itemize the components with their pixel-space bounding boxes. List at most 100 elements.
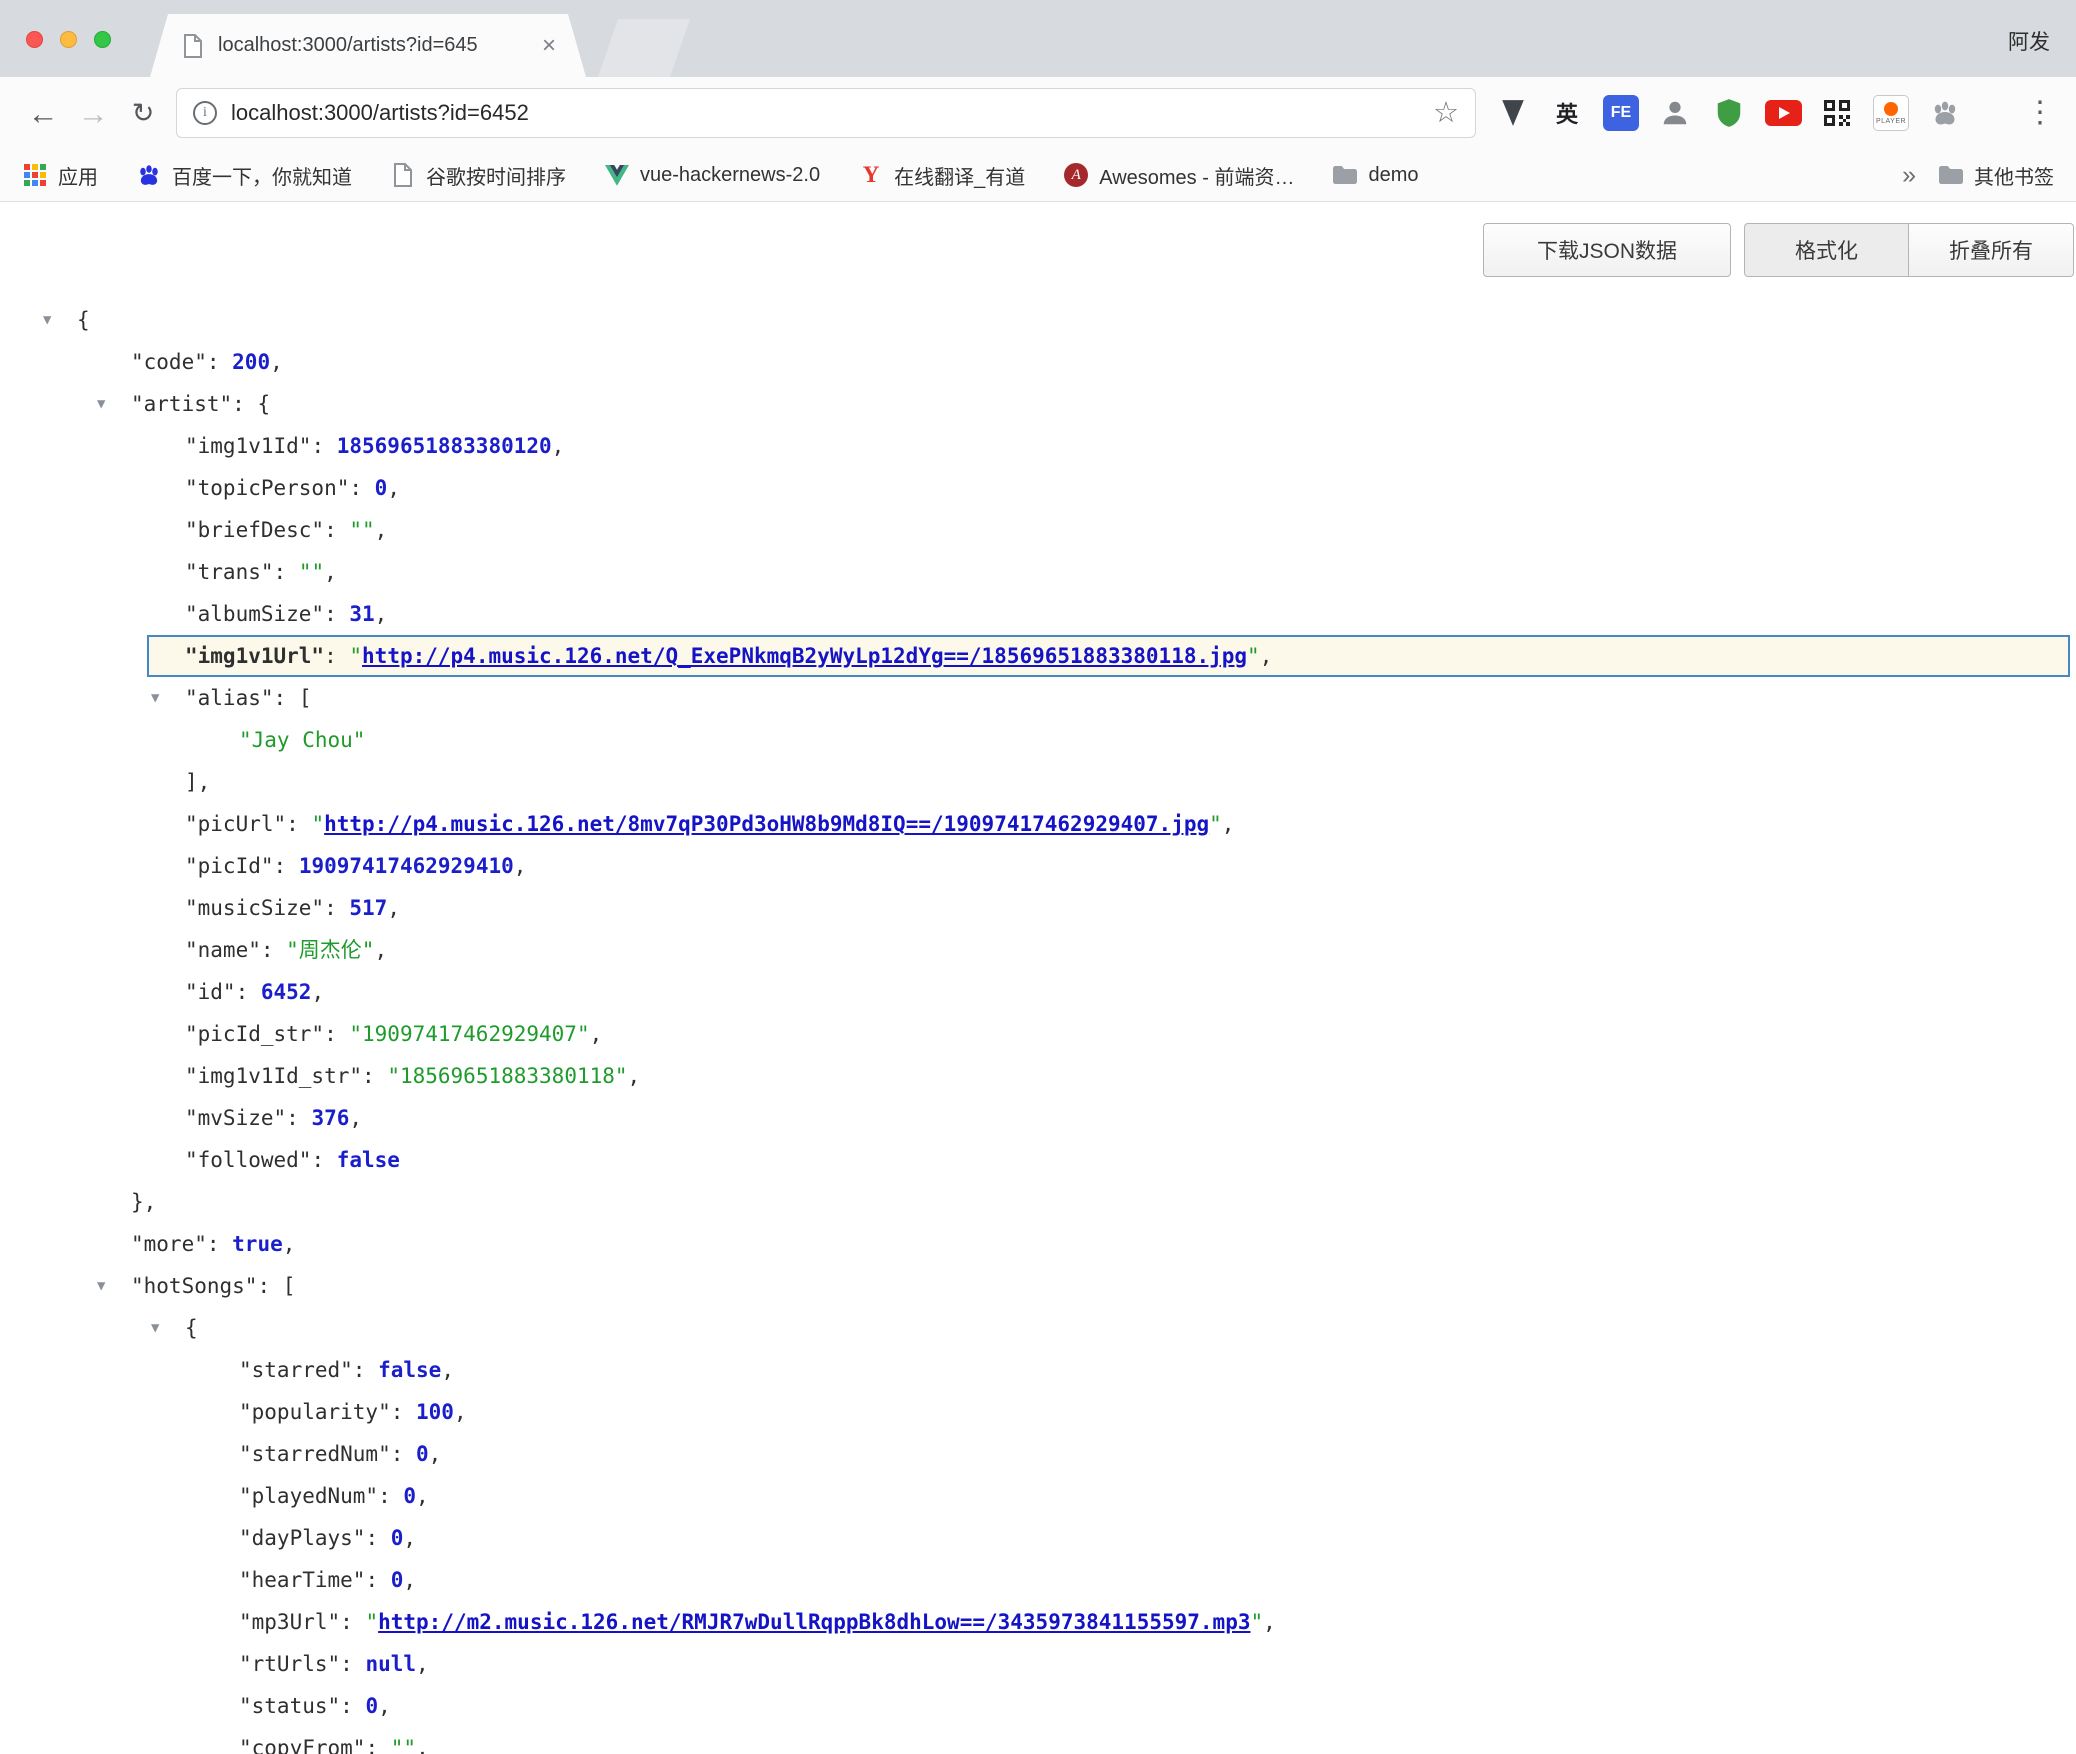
json-punctuation: : <box>340 1694 365 1718</box>
bookmark-item-awesomes[interactable]: A Awesomes - 前端资… <box>1063 161 1294 190</box>
bookmarks-overflow-icon[interactable] <box>1902 163 1916 188</box>
bookmark-item-google-sort[interactable]: 谷歌按时间排序 <box>390 161 566 190</box>
json-value: "" <box>349 518 374 542</box>
paw-extension-icon[interactable] <box>1924 92 1966 134</box>
music-player-extension-icon[interactable]: PLAYER <box>1870 92 1912 134</box>
json-key: "artist" <box>131 392 232 416</box>
fe-extension-icon[interactable]: FE <box>1600 92 1642 134</box>
bookmark-star-icon[interactable] <box>1433 99 1459 128</box>
forward-button[interactable] <box>68 98 118 129</box>
json-punctuation: , <box>441 1358 454 1382</box>
json-punctuation: : <box>391 1400 416 1424</box>
shield-extension-icon[interactable] <box>1708 92 1750 134</box>
other-bookmarks-folder[interactable]: 其他书签 <box>1938 161 2054 190</box>
player-dot-icon <box>1884 102 1898 116</box>
window-minimize-button[interactable] <box>60 31 77 48</box>
json-punctuation: : <box>362 1064 387 1088</box>
qrcode-extension-icon[interactable] <box>1816 92 1858 134</box>
json-punctuation: : <box>340 1652 365 1676</box>
json-punctuation: : <box>391 1442 416 1466</box>
json-line: "copyFrom": "", <box>0 1727 2076 1754</box>
json-punctuation: , <box>416 1736 429 1754</box>
json-line: "picUrl": "http://p4.music.126.net/8mv7q… <box>0 803 2076 845</box>
json-value: 0 <box>375 476 388 500</box>
browser-menu-icon[interactable] <box>2022 98 2058 128</box>
browser-tab[interactable]: localhost:3000/artists?id=645 × <box>150 14 586 77</box>
pennant-extension-icon[interactable] <box>1492 92 1534 134</box>
json-value: 517 <box>349 896 387 920</box>
back-button[interactable] <box>18 98 68 129</box>
json-punctuation: " <box>1250 1610 1263 1634</box>
bookmark-label: 百度一下，你就知道 <box>172 161 352 190</box>
json-punctuation: , <box>1260 644 1273 668</box>
address-bar[interactable]: localhost:3000/artists?id=6452 <box>176 88 1476 138</box>
collapse-arrow-icon[interactable]: ▼ <box>97 1265 105 1307</box>
json-key: "followed" <box>185 1148 311 1172</box>
bookmark-label: 在线翻译_有道 <box>894 161 1025 190</box>
json-line: "more": true, <box>0 1223 2076 1265</box>
json-line: "topicPerson": 0, <box>0 467 2076 509</box>
json-line: ▼"alias": [ <box>0 677 2076 719</box>
json-punctuation: , <box>324 560 337 584</box>
json-value: 0 <box>391 1526 404 1550</box>
json-punctuation: : <box>365 1526 390 1550</box>
json-key: "musicSize" <box>185 896 324 920</box>
json-key: "starredNum" <box>239 1442 391 1466</box>
json-url-link[interactable]: http://m2.music.126.net/RMJR7wDullRqppBk… <box>378 1610 1250 1634</box>
json-key: "dayPlays" <box>239 1526 365 1550</box>
tab-close-icon[interactable]: × <box>542 34 556 58</box>
json-url-link[interactable]: http://p4.music.126.net/8mv7qP30Pd3oHW8b… <box>324 812 1209 836</box>
collapse-arrow-icon[interactable]: ▼ <box>151 677 159 719</box>
json-line: "id": 6452, <box>0 971 2076 1013</box>
browser-window: localhost:3000/artists?id=645 × 阿发 local… <box>0 0 2076 1754</box>
json-value: 19097417462929410 <box>299 854 514 878</box>
collapse-arrow-icon[interactable]: ▼ <box>151 1307 159 1349</box>
url-text[interactable]: localhost:3000/artists?id=6452 <box>231 100 1433 126</box>
json-line: "hearTime": 0, <box>0 1559 2076 1601</box>
collapse-all-button[interactable]: 折叠所有 <box>1909 223 2074 277</box>
json-line: "starredNum": 0, <box>0 1433 2076 1475</box>
json-punctuation: " <box>311 812 324 836</box>
json-punctuation: : <box>207 350 232 374</box>
other-bookmarks-label: 其他书签 <box>1974 161 2054 190</box>
json-value: "Jay Chou" <box>239 728 365 752</box>
window-zoom-button[interactable] <box>94 31 111 48</box>
bookmark-item-youdao[interactable]: Y 在线翻译_有道 <box>858 161 1025 190</box>
json-line: "dayPlays": 0, <box>0 1517 2076 1559</box>
bookmark-item-demo[interactable]: demo <box>1332 162 1418 188</box>
json-value: true <box>232 1232 283 1256</box>
json-punctuation: : <box>324 1022 349 1046</box>
contacts-extension-icon[interactable] <box>1654 92 1696 134</box>
json-punctuation: , <box>429 1442 442 1466</box>
json-line: "picId_str": "19097417462929407", <box>0 1013 2076 1055</box>
json-key: "code" <box>131 350 207 374</box>
json-punctuation: , <box>374 938 387 962</box>
json-line: ▼{ <box>0 1307 2076 1349</box>
format-button[interactable]: 格式化 <box>1744 223 1909 277</box>
json-punctuation: , <box>416 1652 429 1676</box>
page-icon <box>390 162 416 188</box>
collapse-arrow-icon[interactable]: ▼ <box>97 383 105 425</box>
profile-name: 阿发 <box>2008 26 2050 56</box>
download-json-button[interactable]: 下载JSON数据 <box>1483 223 1731 277</box>
bookmark-item-apps[interactable]: 应用 <box>22 161 98 190</box>
translate-extension-icon[interactable]: 英 <box>1546 92 1588 134</box>
json-key: "name" <box>185 938 261 962</box>
collapse-arrow-icon[interactable]: ▼ <box>43 299 51 341</box>
bookmarks-right-group: 其他书签 <box>1902 161 2054 190</box>
bookmark-item-baidu[interactable]: 百度一下，你就知道 <box>136 161 352 190</box>
reload-button[interactable] <box>118 100 168 127</box>
json-key: "briefDesc" <box>185 518 324 542</box>
json-url-link[interactable]: http://p4.music.126.net/Q_ExePNkmqB2yWyL… <box>362 644 1247 668</box>
bookmark-item-vue-hackernews[interactable]: vue-hackernews-2.0 <box>604 162 820 188</box>
new-tab-button[interactable] <box>598 19 690 77</box>
vue-logo-icon <box>604 162 630 188</box>
json-key: "img1v1Id" <box>185 434 311 458</box>
youtube-extension-icon[interactable] <box>1762 92 1804 134</box>
site-info-icon[interactable] <box>193 101 217 125</box>
window-close-button[interactable] <box>26 31 43 48</box>
json-punctuation: : <box>340 1610 365 1634</box>
json-punctuation: , <box>1263 1610 1276 1634</box>
json-punctuation: " <box>1247 644 1260 668</box>
json-punctuation: , <box>387 896 400 920</box>
